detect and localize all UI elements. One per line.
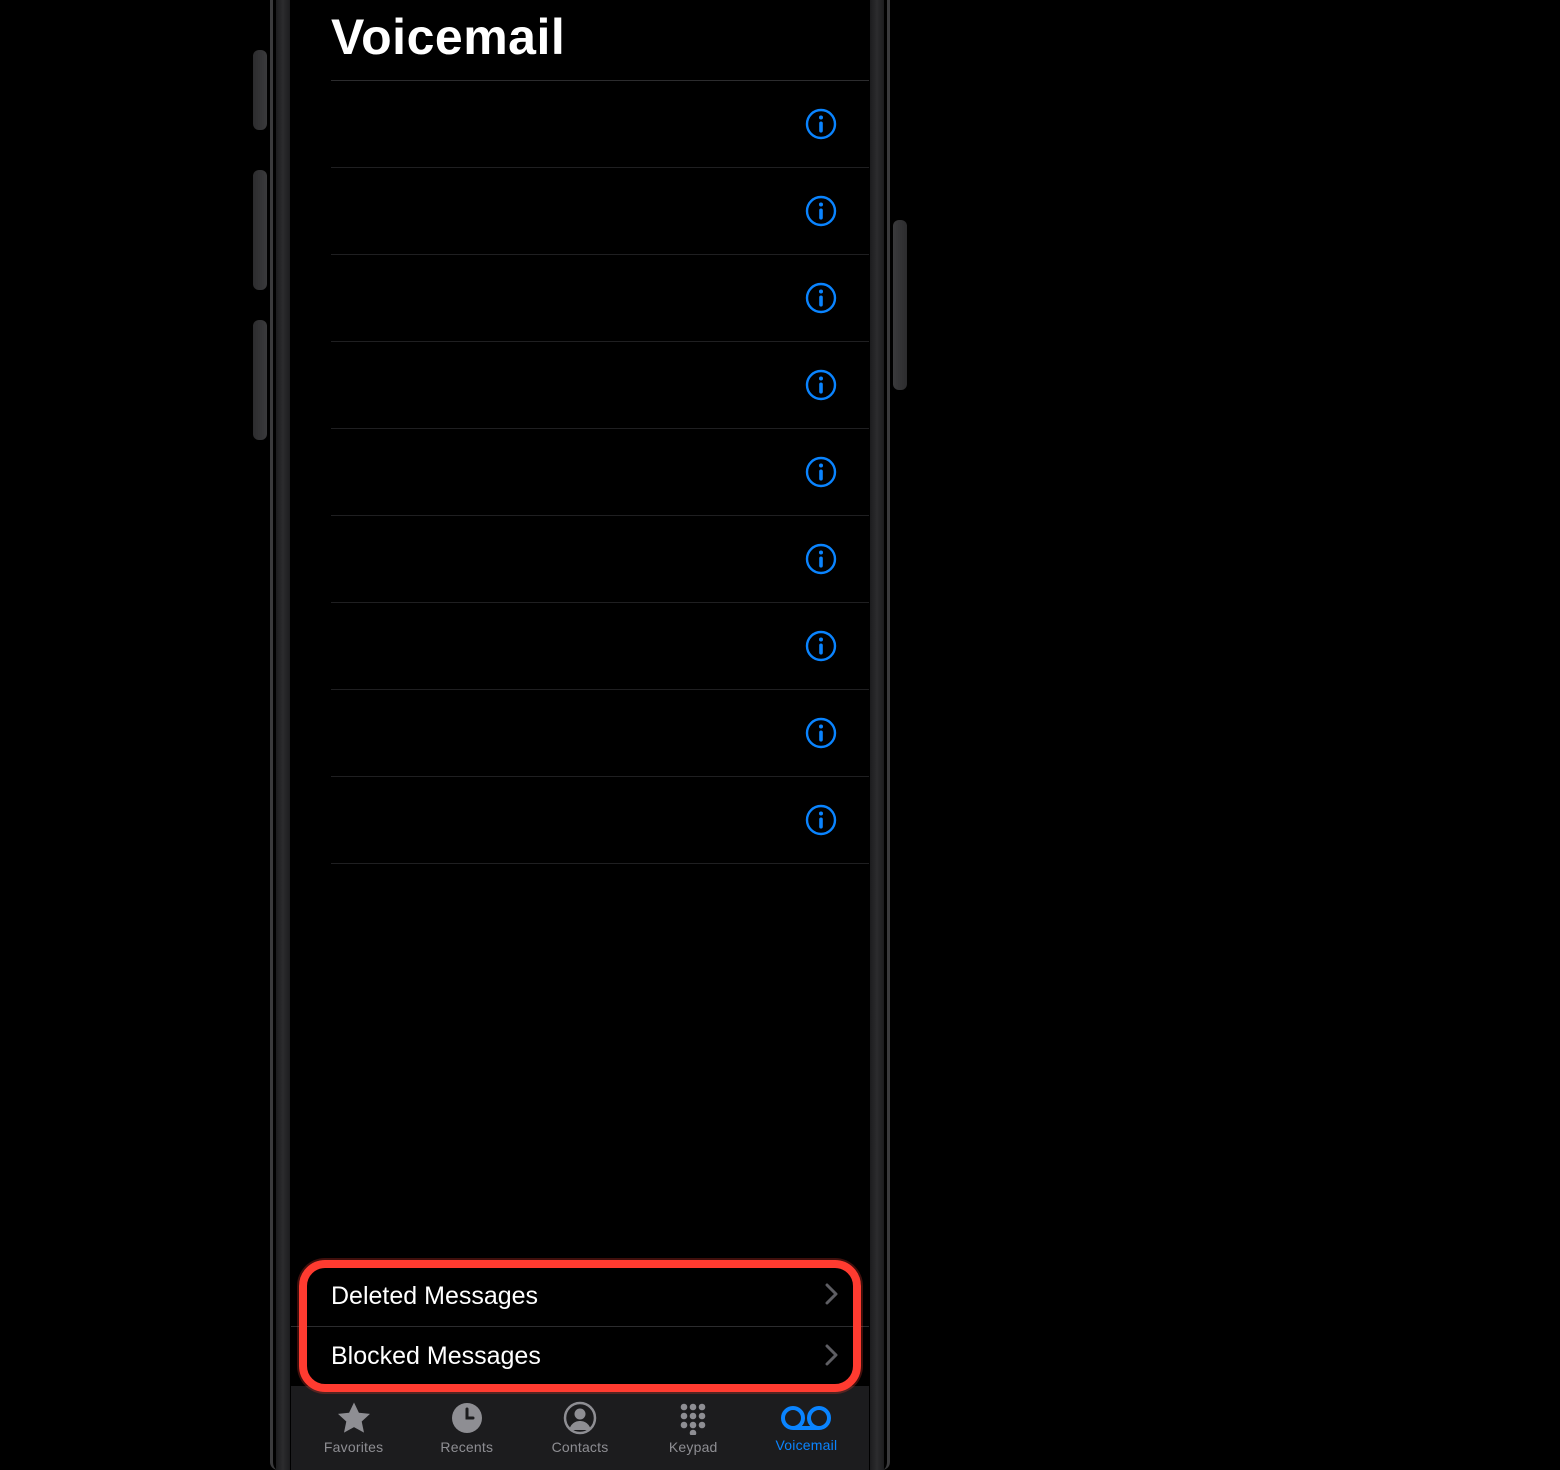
chevron-right-icon [825,1341,839,1373]
phone-screen: Voicemail Deleted Messages Blocked Messa… [291,0,869,1470]
phone-side-button-mute [253,50,267,130]
tab-favorites-label: Favorites [324,1439,383,1455]
voicemail-row[interactable] [331,168,869,255]
info-icon[interactable] [803,280,839,316]
tab-bar: Favorites Recents Contacts [291,1386,869,1470]
tab-keypad-label: Keypad [669,1439,718,1455]
info-icon[interactable] [803,193,839,229]
chevron-right-icon [825,1280,839,1312]
deleted-messages-row[interactable]: Deleted Messages [291,1266,869,1326]
voicemail-icon [781,1403,831,1433]
voicemail-row[interactable] [331,777,869,864]
folder-section: Deleted Messages Blocked Messages [291,1266,869,1386]
tab-voicemail-label: Voicemail [776,1437,838,1453]
info-icon[interactable] [803,454,839,490]
keypad-icon [676,1401,710,1435]
voicemail-row[interactable] [331,342,869,429]
info-icon[interactable] [803,541,839,577]
tab-recents[interactable]: Recents [410,1401,523,1455]
blocked-messages-row[interactable]: Blocked Messages [291,1326,869,1386]
phone-bezel-left [276,0,290,1470]
tab-voicemail[interactable]: Voicemail [750,1403,863,1453]
phone-bezel-right [870,0,884,1470]
info-icon[interactable] [803,802,839,838]
deleted-messages-label: Deleted Messages [331,1282,538,1311]
info-icon[interactable] [803,367,839,403]
star-icon [336,1401,372,1435]
tab-contacts[interactable]: Contacts [523,1401,636,1455]
tab-favorites[interactable]: Favorites [297,1401,410,1455]
voicemail-row[interactable] [331,81,869,168]
phone-side-button-power [893,220,907,390]
page-title: Voicemail [331,8,853,66]
tab-contacts-label: Contacts [552,1439,609,1455]
voicemail-row[interactable] [331,429,869,516]
phone-side-button-volume-up [253,170,267,290]
voicemail-row[interactable] [331,516,869,603]
phone-frame: Voicemail Deleted Messages Blocked Messa… [270,0,890,1470]
info-icon[interactable] [803,628,839,664]
voicemail-row[interactable] [331,690,869,777]
phone-side-button-volume-down [253,320,267,440]
blocked-messages-label: Blocked Messages [331,1342,541,1371]
clock-icon [450,1401,484,1435]
info-icon[interactable] [803,715,839,751]
header: Voicemail [291,0,869,80]
tab-recents-label: Recents [440,1439,493,1455]
tab-keypad[interactable]: Keypad [637,1401,750,1455]
contact-icon [563,1401,597,1435]
voicemail-list[interactable] [291,81,869,1266]
info-icon[interactable] [803,106,839,142]
voicemail-row[interactable] [331,255,869,342]
voicemail-row[interactable] [331,603,869,690]
